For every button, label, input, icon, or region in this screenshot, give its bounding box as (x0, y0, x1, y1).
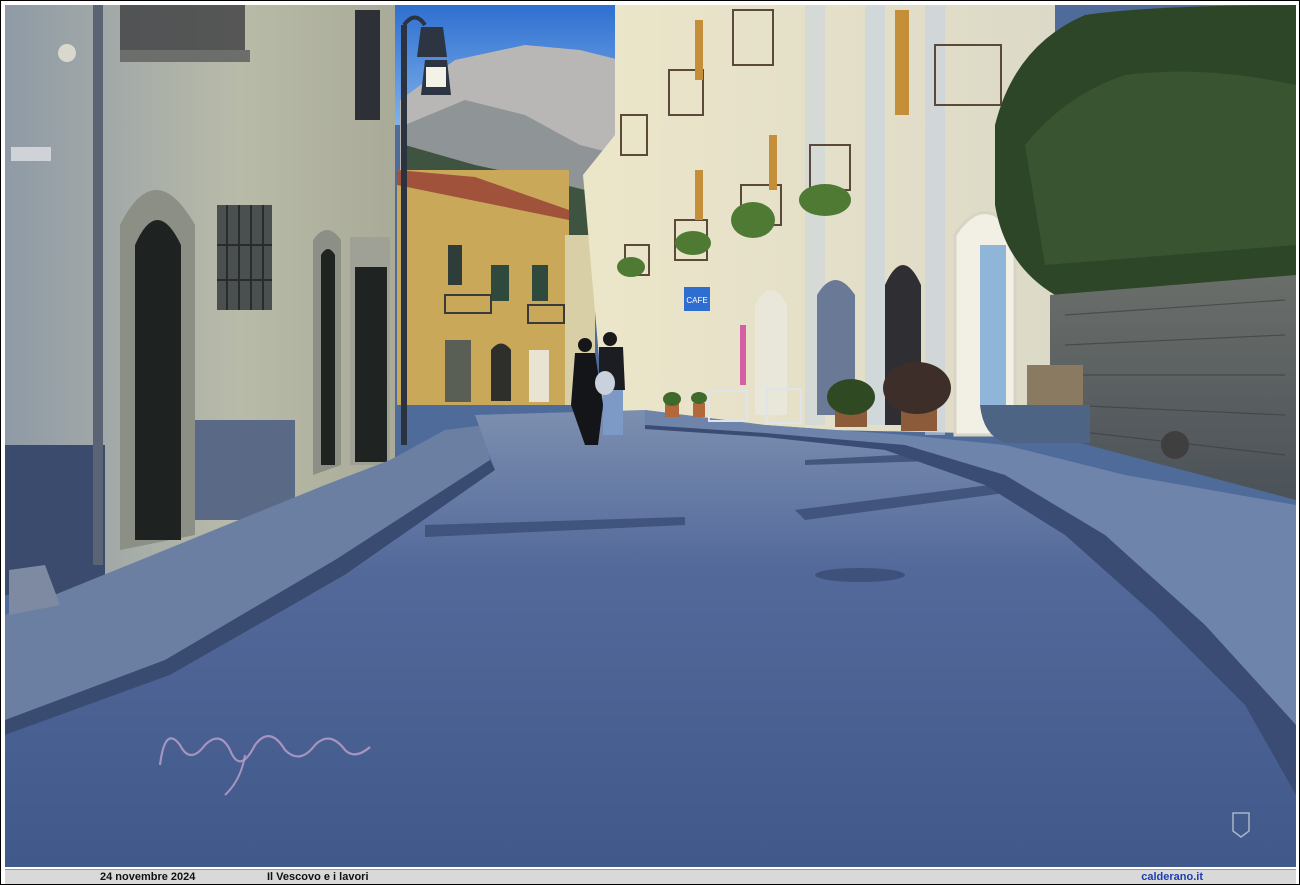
street-photo: CAFE (5, 5, 1296, 867)
street-lamp-pole (401, 25, 407, 445)
wall-lamp (11, 147, 51, 161)
caption-bar: 24 novembre 2024 Il Vescovo e i lavori c… (5, 869, 1296, 884)
left-dark-door (355, 267, 387, 462)
wall-crest (58, 44, 76, 62)
caption-date: 24 novembre 2024 (100, 871, 196, 883)
street-scene: CAFE (5, 5, 1296, 867)
left-balcony (120, 5, 245, 55)
cafe-sign-text: CAFE (686, 296, 707, 305)
caption-title: Il Vescovo e i lavori (267, 871, 369, 883)
bench (980, 405, 1090, 443)
photo-frame: CAFE 24 novembre 2024 Il Vescovo e i lav… (0, 0, 1300, 885)
caption-site-link[interactable]: calderano.it (1141, 870, 1203, 884)
bench-back (1027, 365, 1083, 410)
street-lamp (417, 27, 447, 57)
wall-plate (1161, 431, 1189, 459)
